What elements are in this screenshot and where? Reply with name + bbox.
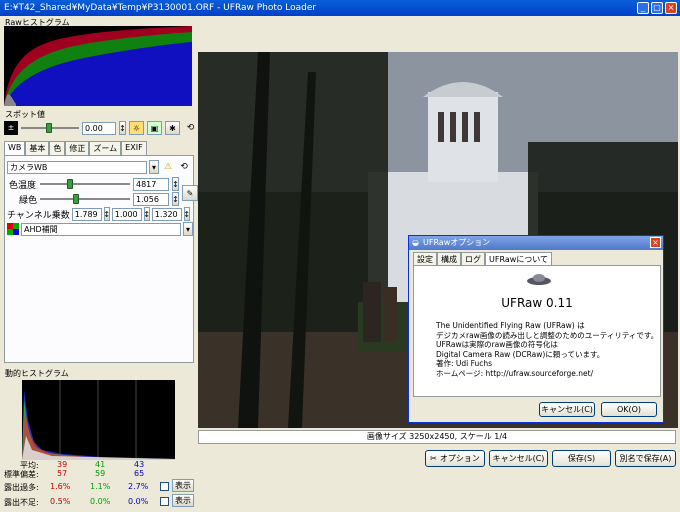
tab-wb[interactable]: WB: [4, 141, 26, 155]
green-spin[interactable]: ↕: [172, 192, 179, 206]
raw-histogram: [4, 26, 192, 106]
save-as-button[interactable]: 別名で保存(A): [615, 450, 676, 467]
channel-r-input[interactable]: 1.789: [71, 207, 102, 221]
live-histogram: [22, 380, 175, 460]
tools-icon: ✂: [430, 454, 437, 463]
dialog-tab-settings[interactable]: 設定: [413, 252, 437, 265]
mean-b: 43: [134, 460, 145, 469]
mean-r: 39: [57, 460, 68, 469]
interp-select[interactable]: AHD補間: [21, 222, 181, 236]
green-input[interactable]: 1.056: [133, 192, 169, 206]
reset-wb-icon[interactable]: ⟲: [177, 162, 191, 172]
eyedropper-button[interactable]: ✎: [182, 185, 198, 201]
dialog-cancel-button[interactable]: キャンセル(C): [539, 402, 595, 417]
about-line-6: ホームページ: http://ufraw.sourceforge.net/: [436, 368, 594, 378]
stddev-r: 57: [57, 469, 68, 478]
about-line-5: 著作: Udi Fuchs: [436, 359, 493, 368]
exposure-icon: ±: [4, 121, 18, 135]
about-panel: UFRaw 0.11 The Unidentified Flying Raw (…: [413, 265, 661, 397]
mean-g: 41: [95, 460, 106, 469]
green-label: 緑色: [18, 195, 37, 206]
reset-icon[interactable]: ⟲: [183, 123, 198, 133]
warning-icon: ⚠: [163, 162, 173, 172]
green-slider[interactable]: [40, 194, 130, 204]
minimize-button[interactable]: _: [637, 2, 649, 14]
exposure-spin[interactable]: ↕: [119, 121, 126, 135]
temp-input[interactable]: 4817: [133, 177, 169, 191]
channel-b-input[interactable]: 1.320: [151, 207, 182, 221]
dialog-tab-config[interactable]: 構成: [437, 252, 461, 265]
window-title: E:¥T42_Shared¥MyData¥Temp¥P3130001.ORF -…: [4, 3, 317, 13]
stddev-label: 標準偏差:: [4, 470, 39, 479]
close-button[interactable]: ×: [665, 2, 677, 14]
temp-label: 色温度: [9, 180, 37, 191]
channel-g-spin[interactable]: ↕: [143, 207, 150, 221]
dialog-title-bar: ◒ UFRawオプション ×: [409, 236, 663, 250]
dialog-tab-about[interactable]: UFRawについて: [485, 252, 553, 265]
app-name: UFRaw 0.11: [501, 296, 573, 310]
chevron-down-icon[interactable]: ▾: [149, 160, 159, 174]
over-checkbox[interactable]: [160, 482, 169, 491]
options-button[interactable]: ✂ オプション: [425, 450, 485, 467]
ufo-logo-icon: [526, 272, 552, 289]
channel-g-input[interactable]: 1.000: [111, 207, 142, 221]
temp-slider[interactable]: [40, 179, 130, 189]
restore-button[interactable]: ✱: [165, 121, 180, 135]
under-checkbox[interactable]: [160, 497, 169, 506]
tab-exif[interactable]: EXIF: [121, 141, 147, 155]
exposure-input[interactable]: 0.00: [82, 121, 116, 135]
over-show-button[interactable]: 表示: [172, 479, 194, 492]
maximize-button[interactable]: □: [651, 2, 663, 14]
spot-value-label: スポット値: [4, 109, 46, 120]
dialog-close-button[interactable]: ×: [650, 237, 661, 248]
dialog-ok-button[interactable]: OK(O): [601, 402, 657, 417]
tab-color[interactable]: 色: [49, 141, 66, 155]
wb-tab-panel: カメラWB ▾ ⚠ ⟲ 色温度 4817 ↕ 緑色 1.056 ↕ ✎ チャンネ…: [4, 155, 198, 363]
exposure-slider[interactable]: [21, 123, 79, 133]
ufo-small-icon: ◒: [412, 238, 419, 247]
cancel-button[interactable]: キャンセル(C): [489, 450, 548, 467]
channel-label: チャンネル乗数: [7, 210, 70, 221]
about-line-2: デジカメraw画像の読み出しと調整のためのユーティリティです。: [436, 330, 659, 340]
stddev-g: 59: [95, 469, 106, 478]
over-b: 2.7%: [128, 482, 149, 491]
options-label: オプション: [439, 454, 480, 463]
wb-preset-select[interactable]: カメラWB: [7, 160, 147, 174]
channel-b-spin[interactable]: ↕: [183, 207, 190, 221]
save-button[interactable]: 保存(S): [552, 450, 611, 467]
dialog-title: UFRawオプション: [423, 238, 491, 247]
tab-basic[interactable]: 基本: [25, 141, 50, 155]
over-r: 1.6%: [50, 482, 71, 491]
under-b: 0.0%: [128, 497, 149, 506]
overexposed-label: 露出過多:: [4, 483, 39, 492]
under-r: 0.5%: [50, 497, 71, 506]
interp-chevron-down-icon[interactable]: ▾: [183, 222, 193, 236]
underexposed-label: 露出不足:: [4, 498, 39, 507]
dialog-tab-log[interactable]: ログ: [461, 252, 485, 265]
channel-r-spin[interactable]: ↕: [103, 207, 110, 221]
tab-zoom[interactable]: ズーム: [89, 141, 122, 155]
temp-spin[interactable]: ↕: [172, 177, 179, 191]
clip-icon-button[interactable]: ▣: [147, 121, 162, 135]
under-g: 0.0%: [90, 497, 111, 506]
about-line-3: UFRawは実際のraw画像の符号化は: [436, 340, 558, 349]
about-line-1: The Unidentified Flying Raw (UFRaw) は: [436, 321, 585, 330]
tab-correct[interactable]: 修正: [65, 141, 90, 155]
under-show-button[interactable]: 表示: [172, 494, 194, 507]
auto-exposure-button[interactable]: ☼: [129, 121, 144, 135]
stddev-b: 65: [134, 469, 145, 478]
title-bar: E:¥T42_Shared¥MyData¥Temp¥P3130001.ORF -…: [0, 0, 680, 16]
interp-icon: [7, 223, 19, 235]
about-line-4: Digital Camera Raw (DCRaw)に頼っています。: [436, 349, 605, 359]
options-dialog: ◒ UFRawオプション × 設定 構成 ログ UFRawについて UFRaw …: [408, 235, 664, 423]
over-g: 1.1%: [90, 482, 111, 491]
live-histogram-label: 動的ヒストグラム: [4, 368, 70, 379]
image-size-status: 画像サイズ 3250x2450, スケール 1/4: [198, 430, 676, 444]
